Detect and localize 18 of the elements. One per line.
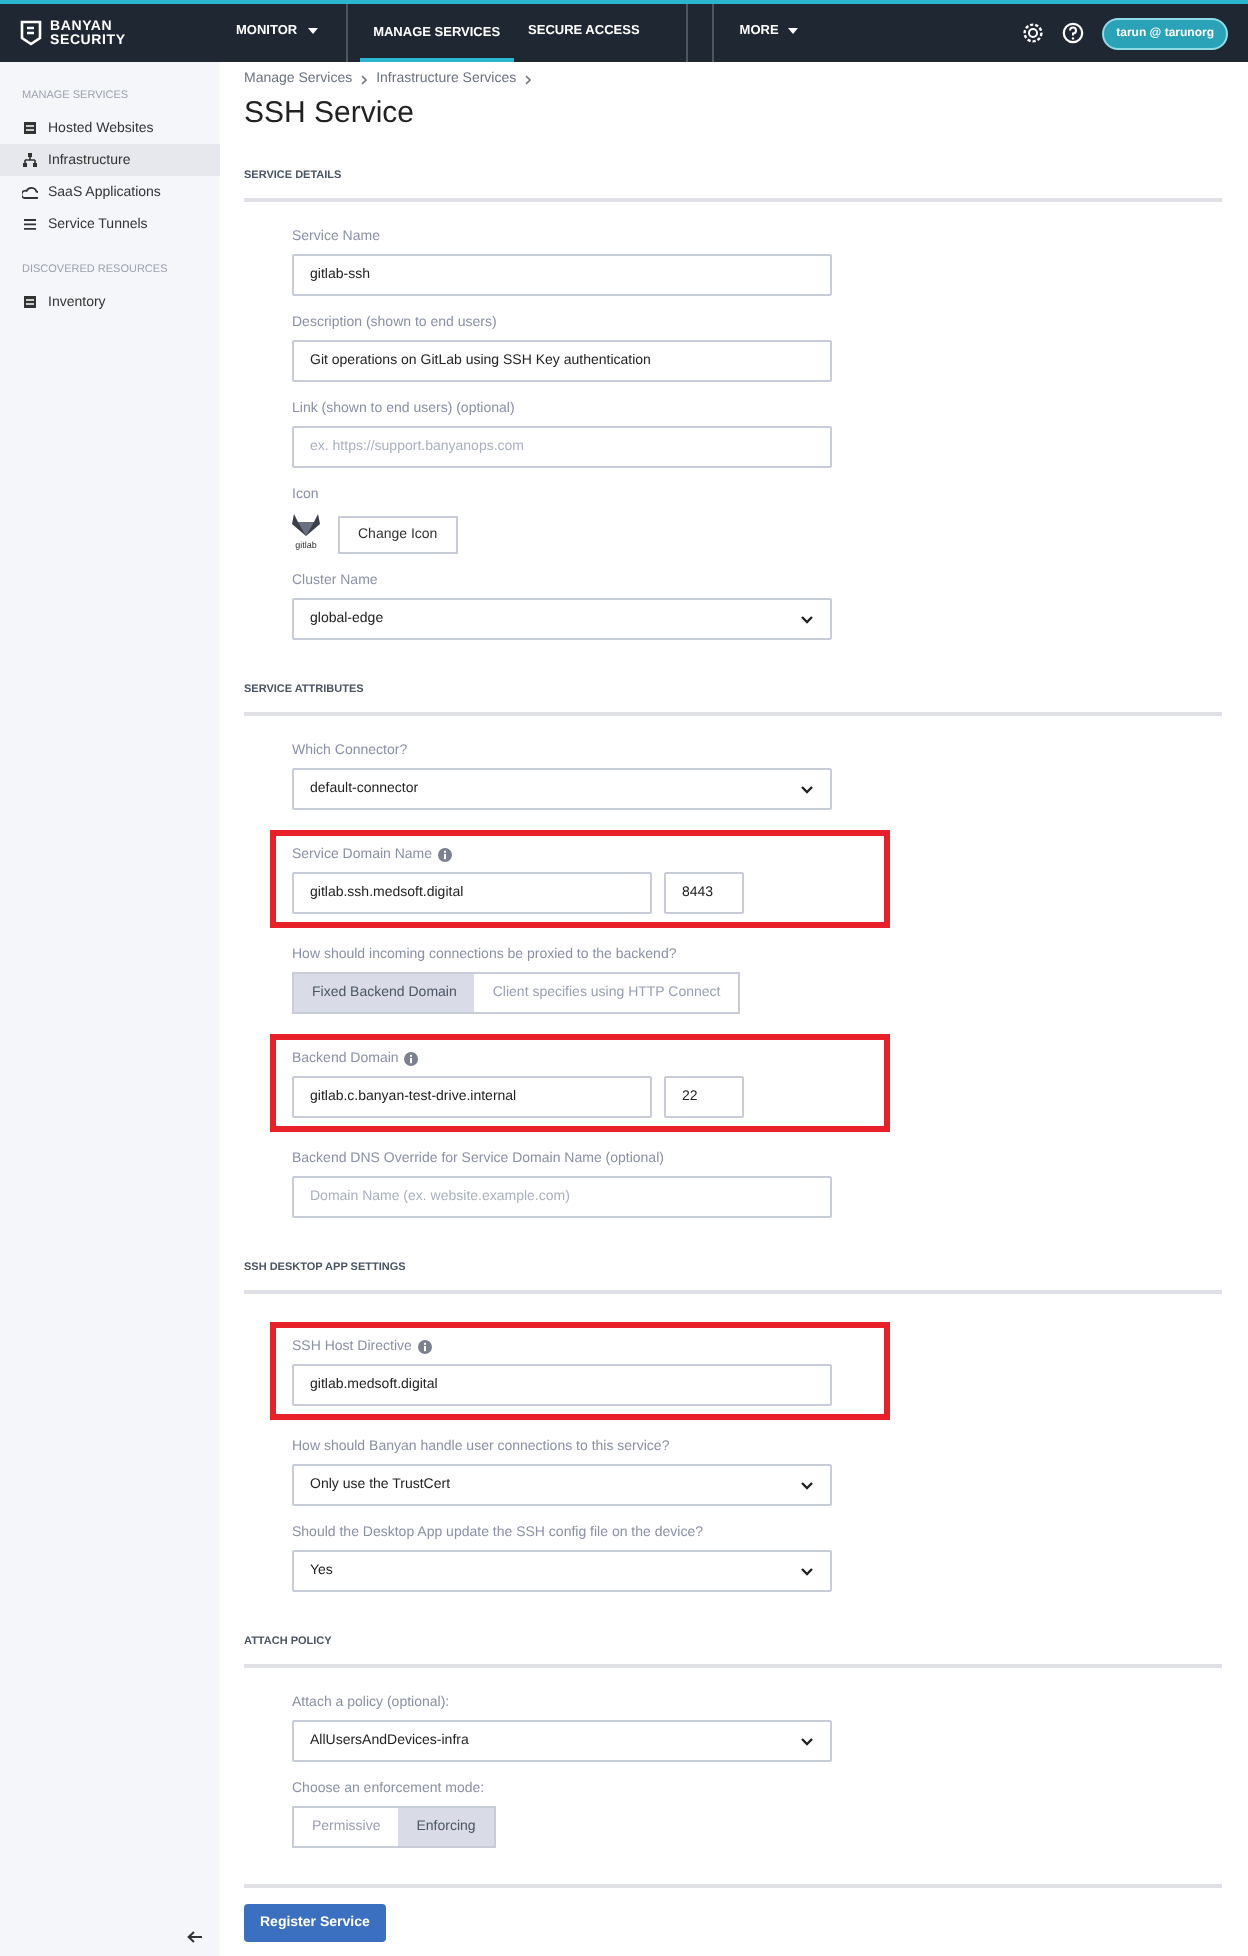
server-icon (22, 120, 38, 136)
server-icon (22, 294, 38, 310)
chevron-right-icon (524, 73, 533, 85)
list-icon (22, 216, 38, 232)
chevron-down-icon (800, 1566, 814, 1576)
shield-logo-icon (20, 20, 42, 46)
network-icon (22, 152, 38, 168)
cloud-icon (22, 184, 38, 200)
settings-icon[interactable] (1022, 22, 1045, 44)
chevron-down-icon (800, 1736, 814, 1746)
chevron-down-icon (800, 614, 814, 624)
chevron-down-icon (800, 784, 814, 794)
chevron-right-icon (360, 73, 369, 85)
collapse-arrow-icon[interactable] (186, 1930, 204, 1944)
help-icon[interactable] (1062, 22, 1085, 44)
page-title: SSH Service (244, 96, 415, 130)
fox-logo-icon (292, 512, 320, 536)
chevron-down-icon (800, 1480, 814, 1490)
